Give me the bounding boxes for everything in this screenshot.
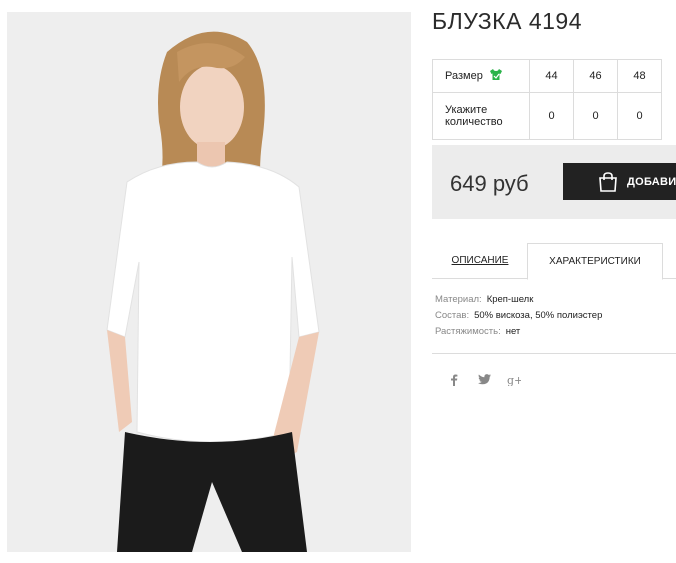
characteristic-value: 50% вискоза, 50% полиэстер <box>474 310 603 321</box>
shopping-bag-icon <box>597 171 619 193</box>
size-label-cell: Размер <box>432 59 530 93</box>
quantity-input-48[interactable]: 0 <box>617 92 662 140</box>
svg-text:g+: g+ <box>507 374 521 386</box>
google-plus-icon[interactable]: g+ <box>506 371 522 387</box>
characteristic-key: Растяжимость: <box>435 326 501 337</box>
characteristic-row: Материал: Креп-шелк <box>435 292 602 308</box>
product-title: БЛУЗКА 4194 <box>432 8 582 34</box>
characteristic-value: нет <box>505 326 521 337</box>
quantity-input-46[interactable]: 0 <box>573 92 618 140</box>
tab-description[interactable]: ОПИСАНИЕ <box>432 243 528 278</box>
add-to-cart-button[interactable]: ДОБАВИТЬ <box>563 163 676 200</box>
quantity-row: Укажите количество 0 0 0 <box>432 92 662 140</box>
characteristic-key: Материал: <box>435 294 482 305</box>
size-46[interactable]: 46 <box>573 59 618 93</box>
product-photo[interactable] <box>7 12 411 552</box>
characteristics-list: Материал: Креп-шелк Состав: 50% вискоза, 5… <box>435 292 602 340</box>
size-label: Размер <box>445 70 483 82</box>
add-to-cart-label: ДОБАВИТЬ <box>627 175 676 188</box>
twitter-icon[interactable] <box>476 371 492 387</box>
size-row: Размер 44 46 48 <box>432 59 662 93</box>
quantity-label: Укажите количество <box>432 92 530 140</box>
size-44[interactable]: 44 <box>529 59 574 93</box>
tab-characteristics[interactable]: ХАРАКТЕРИСТИКИ <box>527 243 663 280</box>
size-table: Размер 44 46 48 Укажите количество 0 0 0 <box>432 59 662 140</box>
price: 649 руб <box>450 171 529 196</box>
price-panel: 649 руб ДОБАВИТЬ <box>432 145 676 219</box>
tab-characteristics-label: ХАРАКТЕРИСТИКИ <box>549 256 641 267</box>
product-image <box>7 12 411 552</box>
size-chart-icon[interactable] <box>489 68 503 84</box>
quantity-input-44[interactable]: 0 <box>529 92 574 140</box>
facebook-icon[interactable] <box>446 371 462 387</box>
divider <box>432 353 676 354</box>
characteristic-value: Креп-шелк <box>486 294 534 305</box>
characteristic-row: Состав: 50% вискоза, 50% полиэстер <box>435 308 602 324</box>
tab-description-label: ОПИСАНИЕ <box>451 255 509 266</box>
product-tabs: ОПИСАНИЕ ХАРАКТЕРИСТИКИ <box>432 243 676 280</box>
characteristic-key: Состав: <box>435 310 470 321</box>
social-share: g+ <box>446 371 522 387</box>
characteristic-row: Растяжимость: нет <box>435 324 602 340</box>
size-48[interactable]: 48 <box>617 59 662 93</box>
